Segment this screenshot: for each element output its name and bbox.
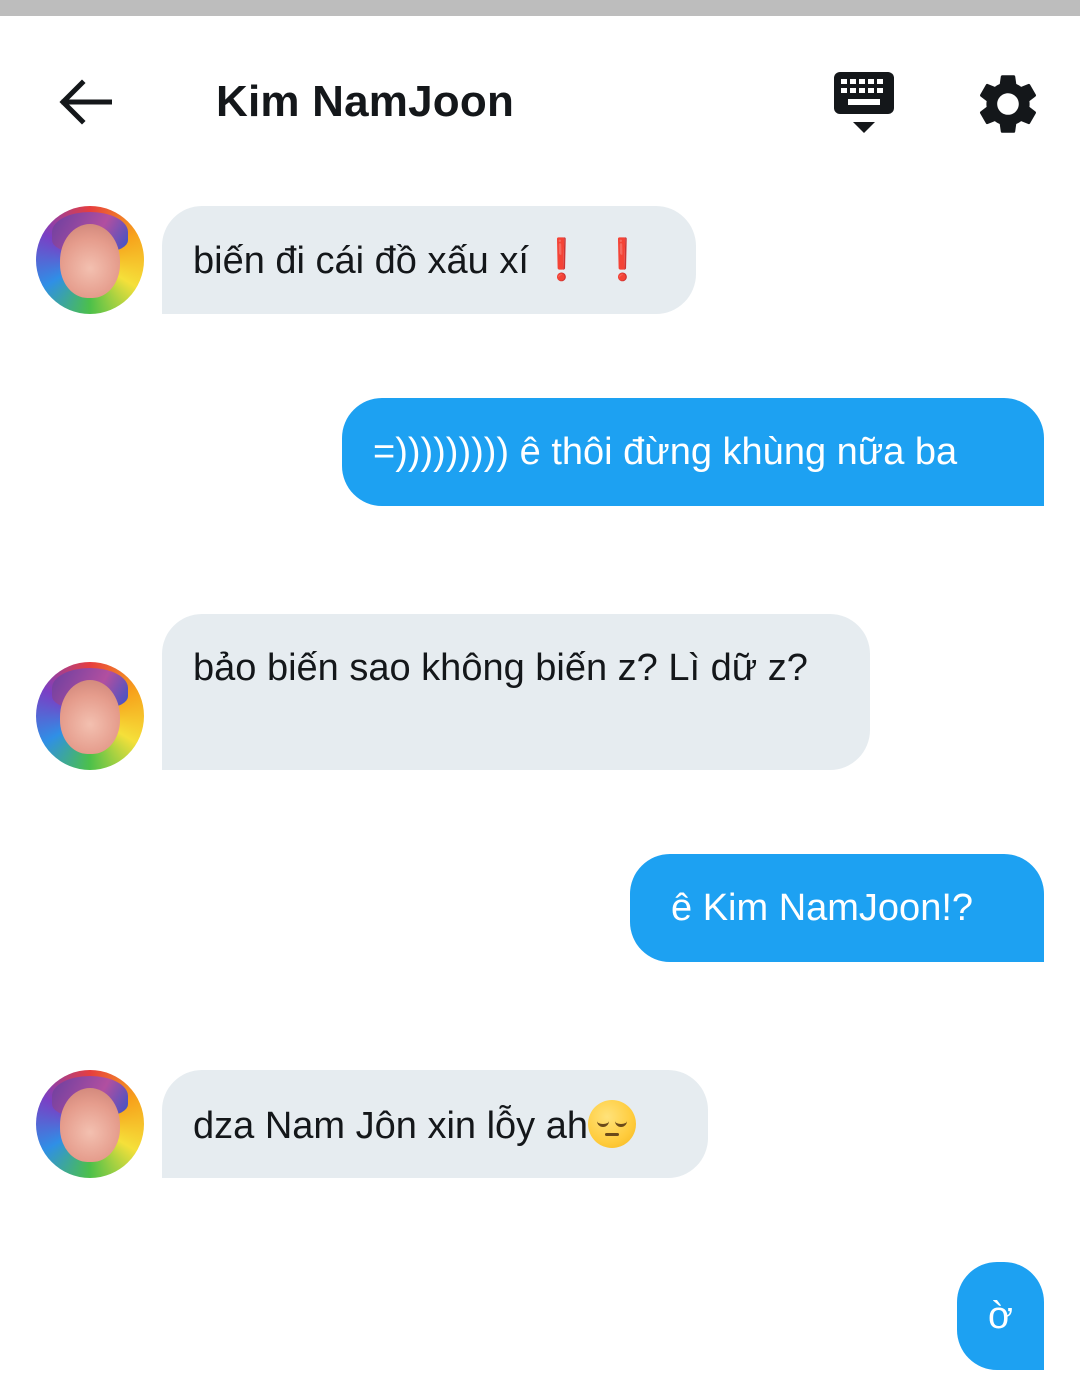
message-text: biến đi cái đồ xấu xí xyxy=(193,240,529,282)
message-text: bảo biến sao không biến z? Lì dữ z? xyxy=(193,647,808,689)
message-bubble-incoming[interactable]: dza Nam Jôn xin lỗy ah xyxy=(162,1070,708,1178)
status-bar xyxy=(0,0,1080,16)
pensive-face-icon xyxy=(587,1100,636,1148)
settings-button[interactable] xyxy=(972,68,1044,140)
message-bubble-outgoing[interactable]: ờ xyxy=(957,1262,1044,1370)
avatar[interactable] xyxy=(36,206,144,314)
hide-keyboard-button[interactable] xyxy=(828,68,900,140)
back-button[interactable] xyxy=(50,71,120,133)
exclamation-emoji: ❗ ❗ xyxy=(536,238,648,282)
message-text: dza Nam Jôn xin lỗy ah xyxy=(193,1105,588,1147)
arrow-left-icon xyxy=(59,79,112,125)
avatar[interactable] xyxy=(36,662,144,770)
conversation-header: Kim NamJoon xyxy=(0,16,1080,186)
message-bubble-outgoing[interactable]: =))))))))) ê thôi đừng khùng nữa ba xyxy=(342,398,1044,506)
message-bubble-incoming[interactable]: biến đi cái đồ xấu xí ❗ ❗ xyxy=(162,206,696,314)
message-text: =))))))))) ê thôi đừng khùng nữa ba xyxy=(373,431,958,473)
conversation-title: Kim NamJoon xyxy=(216,77,515,126)
message-bubble-outgoing[interactable]: ê Kim NamJoon!? xyxy=(630,854,1044,962)
gear-icon xyxy=(979,75,1037,133)
message-text: ờ xyxy=(988,1295,1013,1337)
avatar[interactable] xyxy=(36,1070,144,1178)
message-bubble-incoming[interactable]: bảo biến sao không biến z? Lì dữ z? xyxy=(162,614,870,770)
keyboard-hide-icon xyxy=(834,72,894,133)
message-text: ê Kim NamJoon!? xyxy=(671,887,974,929)
